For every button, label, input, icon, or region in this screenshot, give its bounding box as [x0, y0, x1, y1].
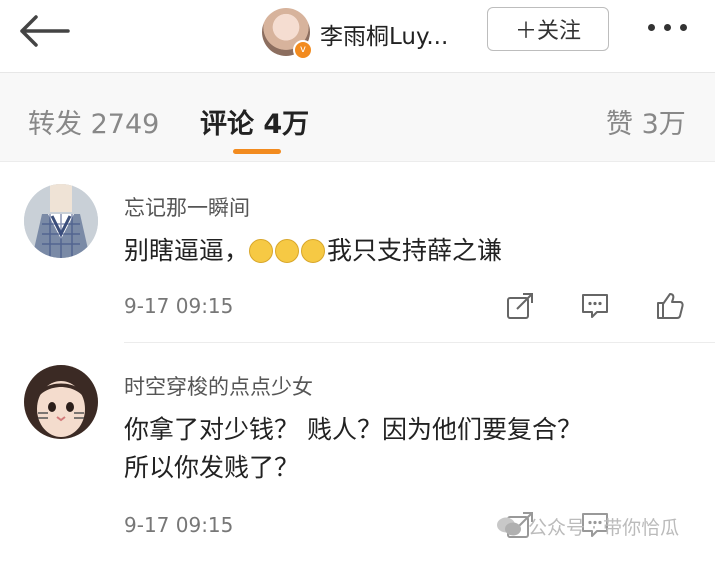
comment-username[interactable]: 时空穿梭的点点少女	[124, 371, 313, 401]
tab-comments[interactable]: 评论 4万	[200, 102, 309, 141]
comment-text-line: 你拿了对少钱？ 贱人？因为他们要复合？	[124, 415, 582, 444]
share-icon[interactable]	[505, 291, 535, 321]
comment-text: 你拿了对少钱？ 贱人？因为他们要复合？ 所以你发贱了？	[124, 411, 684, 487]
verified-badge-icon: v	[293, 40, 313, 60]
top-bar: v 李雨桐Luy... ＋关注	[0, 0, 715, 73]
comment-username[interactable]: 忘记那一瞬间	[124, 192, 250, 222]
comment-text: 别瞎逼逼， 我只支持薛之谦	[124, 232, 684, 270]
watermark-text: 公众号 · 带你恰瓜	[528, 517, 680, 539]
follow-button[interactable]: ＋关注	[487, 7, 609, 51]
avatar-image	[24, 184, 98, 258]
comment-text-line: 所以你发贱了？	[124, 453, 300, 482]
comment-text-part: 我只支持薛之谦	[327, 236, 503, 265]
back-arrow-icon[interactable]	[18, 14, 70, 48]
avatar-image	[24, 365, 98, 439]
comment-text-part: 别瞎逼逼，	[124, 236, 250, 265]
like-icon[interactable]	[655, 291, 685, 321]
active-tab-indicator	[233, 149, 281, 154]
avatar[interactable]	[24, 365, 98, 439]
more-options-icon[interactable]	[648, 24, 687, 31]
avatar[interactable]	[24, 184, 98, 258]
tab-reposts[interactable]: 转发 2749	[28, 102, 159, 141]
comment-timestamp: 9-17 09:15	[124, 294, 234, 318]
comment-item: 忘记那一瞬间 别瞎逼逼， 我只支持薛之谦 9-17 09:15	[0, 162, 715, 340]
comment-timestamp: 9-17 09:15	[124, 513, 234, 537]
emoji-icon	[275, 239, 300, 263]
emoji-icon	[249, 239, 274, 263]
wechat-icon	[497, 517, 521, 535]
emoji-icon	[301, 239, 326, 263]
watermark: 公众号 · 带你恰瓜	[496, 513, 679, 540]
comment-icon[interactable]	[580, 291, 610, 321]
tab-bar: 转发 2749 评论 4万 赞 3万	[0, 73, 715, 162]
page-title[interactable]: 李雨桐Luy...	[320, 17, 448, 51]
tab-likes[interactable]: 赞 3万	[606, 102, 686, 141]
